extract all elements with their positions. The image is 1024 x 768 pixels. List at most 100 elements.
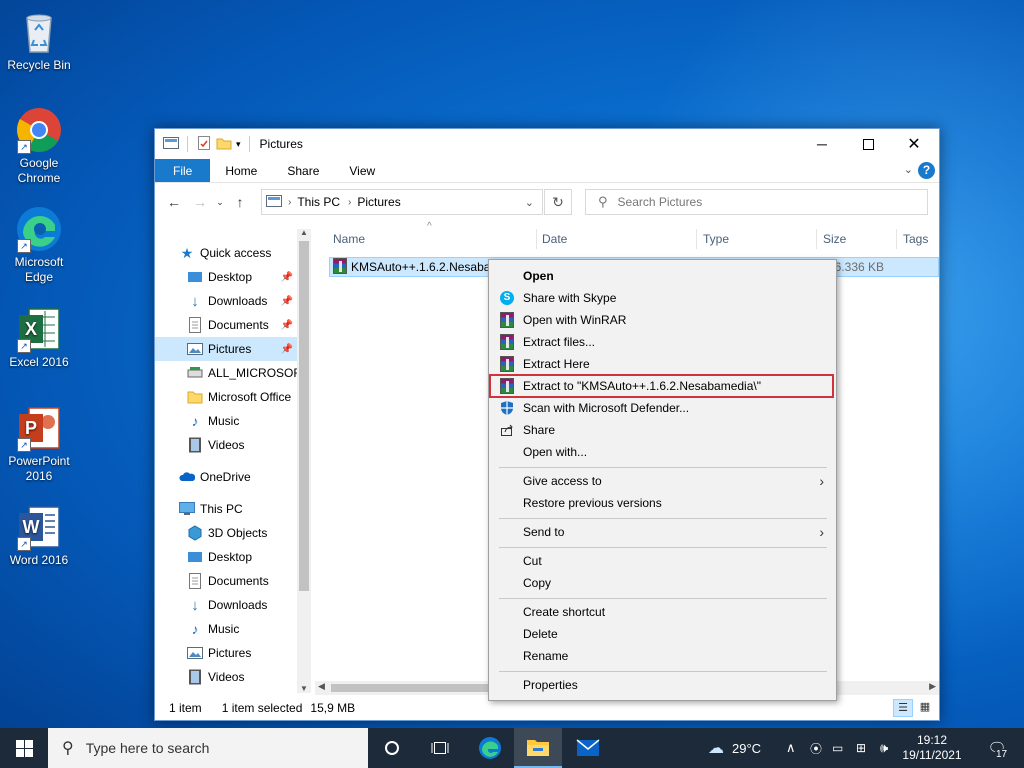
- menu-item-extract-here[interactable]: Extract Here: [493, 353, 832, 375]
- status-item-count: 1 item: [169, 701, 202, 715]
- weather-widget[interactable]: ☁ 29°C: [708, 728, 761, 768]
- address-dropdown-icon[interactable]: ⌄: [525, 196, 534, 209]
- show-hidden-icons-button[interactable]: ∧: [786, 728, 796, 768]
- nav-item-this-pc[interactable]: This PC: [155, 497, 297, 521]
- taskbar-edge[interactable]: [466, 728, 514, 768]
- nav-item-label: Documents: [208, 574, 269, 588]
- desktop-icon-label: Microsoft Edge: [14, 255, 64, 284]
- breadcrumb-this-pc[interactable]: This PC: [297, 195, 340, 209]
- nav-item-music[interactable]: ♪ Music: [155, 409, 297, 433]
- desktop-icon-edge[interactable]: ↗ Microsoft Edge: [0, 205, 78, 285]
- expand-ribbon-icon[interactable]: ⌄: [904, 163, 913, 176]
- large-icons-view-icon[interactable]: ▦: [915, 699, 935, 717]
- menu-item-share[interactable]: Share: [493, 419, 832, 441]
- properties-icon[interactable]: [196, 135, 212, 154]
- column-header-name[interactable]: Name: [333, 229, 365, 249]
- tab-view[interactable]: View: [334, 159, 390, 182]
- scroll-left-icon[interactable]: ◀: [318, 681, 325, 692]
- refresh-button[interactable]: ↻: [544, 189, 572, 215]
- nav-item-onedrive[interactable]: OneDrive: [155, 465, 297, 489]
- new-folder-icon[interactable]: [216, 135, 232, 154]
- action-center-button[interactable]: 🗨 17: [982, 728, 1012, 768]
- cortana-button[interactable]: [368, 728, 416, 768]
- column-header-type[interactable]: Type: [703, 229, 729, 249]
- volume-icon[interactable]: 🕪: [880, 728, 888, 768]
- maximize-button[interactable]: [845, 129, 891, 159]
- recent-locations-button[interactable]: ⌄: [213, 197, 227, 208]
- desktop-icon-powerpoint[interactable]: P ↗ PowerPoint 2016: [0, 404, 78, 484]
- menu-item-rename[interactable]: Rename: [493, 645, 832, 667]
- tab-file[interactable]: File: [155, 159, 211, 182]
- back-button[interactable]: ←: [161, 194, 187, 210]
- nav-item-all-microsoft[interactable]: ALL_MICROSOFT: [155, 361, 297, 385]
- task-view-button[interactable]: [416, 728, 464, 768]
- menu-item-share-with-skype[interactable]: S Share with Skype: [493, 287, 832, 309]
- clock[interactable]: 19:12 19/11/2021: [902, 728, 961, 768]
- desktop-icon-chrome[interactable]: ↗ Google Chrome: [0, 106, 78, 186]
- meet-now-icon[interactable]: ⦿: [810, 728, 822, 768]
- taskbar-mail[interactable]: [564, 728, 612, 768]
- help-icon[interactable]: ?: [918, 162, 935, 179]
- menu-item-open-with-winrar[interactable]: Open with WinRAR: [493, 309, 832, 331]
- nav-item-pc-pictures[interactable]: Pictures: [155, 641, 297, 665]
- customize-toolbar-icon[interactable]: ▾: [236, 139, 241, 150]
- column-header-tags[interactable]: Tags: [903, 229, 928, 249]
- column-header-date[interactable]: Date: [542, 229, 567, 249]
- nav-scrollbar[interactable]: ▲ ▼: [297, 228, 311, 693]
- menu-item-restore-previous-versions[interactable]: Restore previous versions: [493, 492, 832, 514]
- nav-item-videos[interactable]: Videos: [155, 433, 297, 457]
- nav-item-pc-downloads[interactable]: ↓ Downloads: [155, 593, 297, 617]
- menu-item-open[interactable]: Open: [493, 265, 832, 287]
- nav-item-label: Downloads: [208, 598, 268, 612]
- desktop-icon-recycle-bin[interactable]: Recycle Bin: [0, 8, 78, 73]
- scroll-up-icon[interactable]: ▲: [300, 228, 308, 237]
- menu-item-send-to[interactable]: Send to ›: [493, 521, 832, 543]
- menu-item-delete[interactable]: Delete: [493, 623, 832, 645]
- nav-item-quick-access[interactable]: ★ Quick access: [155, 241, 297, 265]
- start-button[interactable]: [0, 728, 48, 768]
- menu-item-create-shortcut[interactable]: Create shortcut: [493, 601, 832, 623]
- svg-text:W: W: [23, 517, 40, 537]
- menu-item-open-with[interactable]: Open with...: [493, 441, 832, 463]
- scroll-right-icon[interactable]: ▶: [929, 681, 936, 692]
- address-bar[interactable]: › This PC › Pictures ⌄: [261, 189, 543, 215]
- nav-item-label: Pictures: [208, 342, 252, 356]
- nav-scrollbar-thumb[interactable]: [299, 241, 309, 591]
- nav-item-microsoft-office[interactable]: Microsoft Office: [155, 385, 297, 409]
- search-input[interactable]: ⚲ Search Pictures: [585, 189, 928, 215]
- menu-item-copy[interactable]: Copy: [493, 572, 832, 594]
- details-view-icon[interactable]: ☰: [893, 699, 913, 717]
- breadcrumb-pictures[interactable]: Pictures: [357, 195, 400, 209]
- minimize-button[interactable]: ─: [799, 129, 845, 159]
- nav-item-downloads[interactable]: ↓ Downloads 📌: [155, 289, 297, 313]
- menu-item-properties[interactable]: Properties: [493, 674, 832, 696]
- desktop-icon-word[interactable]: W ↗ Word 2016: [0, 503, 78, 568]
- battery-icon[interactable]: ▭: [832, 728, 843, 768]
- nav-item-pictures[interactable]: Pictures 📌: [155, 337, 297, 361]
- taskbar-file-explorer[interactable]: [514, 728, 562, 768]
- tab-home[interactable]: Home: [210, 159, 272, 182]
- taskbar-search-input[interactable]: ⚲ Type here to search: [48, 728, 368, 768]
- pin-icon: 📌: [280, 295, 293, 307]
- menu-item-extract-files[interactable]: Extract files...: [493, 331, 832, 353]
- desktop-icon-excel[interactable]: X ↗ Excel 2016: [0, 305, 78, 370]
- nav-item-documents[interactable]: Documents 📌: [155, 313, 297, 337]
- nav-item-desktop[interactable]: Desktop 📌: [155, 265, 297, 289]
- menu-item-scan-with-defender[interactable]: Scan with Microsoft Defender...: [493, 397, 832, 419]
- network-icon[interactable]: ⊞: [856, 728, 866, 768]
- nav-item-3d-objects[interactable]: 3D Objects: [155, 521, 297, 545]
- forward-button[interactable]: →: [187, 194, 213, 210]
- weather-temp: 29°C: [732, 740, 762, 756]
- column-header-size[interactable]: Size: [823, 229, 846, 249]
- close-button[interactable]: ✕: [891, 129, 937, 159]
- nav-item-pc-documents[interactable]: Documents: [155, 569, 297, 593]
- menu-item-cut[interactable]: Cut: [493, 550, 832, 572]
- nav-item-pc-videos[interactable]: Videos: [155, 665, 297, 689]
- tab-share[interactable]: Share: [272, 159, 334, 182]
- nav-item-pc-music[interactable]: ♪ Music: [155, 617, 297, 641]
- search-icon: ⚲: [598, 194, 608, 209]
- up-button[interactable]: ↑: [227, 194, 253, 210]
- nav-item-pc-desktop[interactable]: Desktop: [155, 545, 297, 569]
- scroll-down-icon[interactable]: ▼: [300, 684, 308, 693]
- menu-item-give-access-to[interactable]: Give access to ›: [493, 470, 832, 492]
